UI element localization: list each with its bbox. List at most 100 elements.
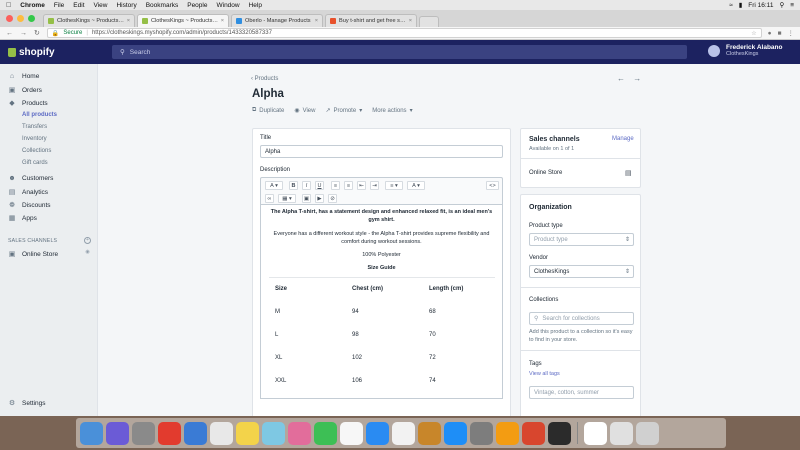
sidebar-item-settings[interactable]: ⚙ Settings	[8, 399, 46, 408]
wifi-icon[interactable]: ≈	[729, 2, 733, 9]
menu-view[interactable]: View	[94, 2, 108, 9]
browser-tab[interactable]: Buy t-shirt and get free shipp ×	[325, 14, 417, 27]
view-store-eye-icon[interactable]: ◉	[84, 250, 91, 257]
more-actions-button[interactable]: More actions ▾	[372, 107, 412, 115]
close-tab-icon[interactable]: ×	[127, 18, 130, 24]
books-icon[interactable]	[418, 421, 441, 445]
view-all-tags-link[interactable]: View all tags	[529, 371, 560, 377]
notes-icon[interactable]	[236, 421, 259, 445]
clock[interactable]: Fri 16:11	[748, 2, 773, 9]
product-type-input[interactable]: Product type ⇕	[529, 233, 634, 246]
reminders-icon[interactable]	[392, 421, 415, 445]
preview-icon[interactable]	[262, 421, 285, 445]
close-tab-icon[interactable]: ×	[315, 18, 318, 24]
collections-search-input[interactable]: ⚲ Search for collections	[529, 312, 634, 325]
link-icon[interactable]: ∞	[265, 194, 274, 203]
shopify-logo[interactable]: shopify	[0, 47, 120, 58]
sidebar-item-products[interactable]: ◆ Products	[8, 99, 47, 108]
menu-chrome[interactable]: Chrome	[20, 2, 45, 9]
menu-help[interactable]: Help	[249, 2, 262, 9]
sidebar-item-home[interactable]: ⌂ Home	[8, 73, 39, 80]
user-menu[interactable]: Frederick Alabano ClothesKings	[708, 44, 782, 57]
chrome-menu-icon[interactable]: ⋮	[788, 29, 795, 37]
bookmark-star-icon[interactable]: ☆	[751, 30, 756, 37]
previous-product-icon[interactable]: ←	[617, 74, 625, 83]
extension-icon[interactable]: ●	[768, 30, 772, 37]
menu-window[interactable]: Window	[216, 2, 239, 9]
breadcrumb[interactable]: ‹ Products	[251, 76, 278, 82]
browser-tab[interactable]: ClothesKings ~ Products ~ Sh ×	[43, 14, 135, 27]
menu-bookmarks[interactable]: Bookmarks	[146, 2, 179, 9]
duplicate-button[interactable]: ⧉ Duplicate	[252, 107, 284, 114]
itunes-icon[interactable]	[444, 421, 467, 445]
close-tab-icon[interactable]: ×	[409, 18, 412, 24]
trash-icon[interactable]	[636, 421, 659, 445]
siri-icon[interactable]	[106, 421, 129, 445]
launchpad-icon[interactable]	[132, 421, 155, 445]
image-icon[interactable]: ▣	[302, 194, 311, 203]
tags-input[interactable]: Vintage, cotton, summer	[529, 386, 634, 399]
sidebar-subitem-all-products[interactable]: All products	[22, 112, 57, 118]
search-input[interactable]: ⚲ Search	[112, 45, 687, 59]
obs-icon[interactable]	[548, 421, 571, 445]
zoom-window-button[interactable]	[28, 15, 35, 22]
menu-file[interactable]: File	[54, 2, 64, 9]
apple-icon[interactable]: 	[6, 2, 11, 9]
browser-tab-active[interactable]: ClothesKings ~ Products ~ Al ×	[137, 14, 229, 27]
sidebar-item-orders[interactable]: ▣ Orders	[8, 86, 42, 95]
vendor-input[interactable]: ClothesKings ⇕	[529, 265, 634, 278]
italic-button[interactable]: I	[302, 181, 311, 190]
description-editor[interactable]: The Alpha T-shirt, has a statement desig…	[260, 205, 503, 399]
menu-edit[interactable]: Edit	[73, 2, 84, 9]
document-icon[interactable]	[584, 421, 607, 445]
sidebar-item-apps[interactable]: ▦ Apps	[8, 214, 37, 223]
forward-icon[interactable]: →	[20, 30, 27, 37]
chrome-icon[interactable]	[158, 421, 181, 445]
battery-icon[interactable]: ▮	[739, 1, 743, 9]
indent-icon[interactable]: ⇥	[370, 181, 379, 190]
app-store-icon[interactable]	[366, 421, 389, 445]
safari-icon[interactable]	[184, 421, 207, 445]
calendar-icon[interactable]: ▤	[625, 169, 632, 177]
sidebar-subitem-inventory[interactable]: Inventory	[22, 136, 47, 142]
address-bar[interactable]: 🔒 Secure | https://clotheskings.myshopif…	[46, 28, 762, 38]
sidebar-item-analytics[interactable]: ▤ Analytics	[8, 188, 48, 197]
vlc-icon[interactable]	[496, 421, 519, 445]
font-color-button[interactable]: A ▾	[265, 181, 283, 190]
sidebar-subitem-collections[interactable]: Collections	[22, 148, 51, 154]
table-button[interactable]: ▦ ▾	[278, 194, 296, 203]
spotlight-icon[interactable]: ⚲	[779, 1, 784, 9]
underline-button[interactable]: U	[315, 181, 324, 190]
finder-icon[interactable]	[80, 421, 103, 445]
photos-icon[interactable]	[288, 421, 311, 445]
back-icon[interactable]: ←	[6, 30, 13, 37]
text-color-button[interactable]: A ▾	[407, 181, 425, 190]
extension-icon[interactable]: ■	[778, 30, 782, 37]
manage-link[interactable]: Manage	[612, 136, 634, 142]
close-window-button[interactable]	[6, 15, 13, 22]
title-input[interactable]: Alpha	[260, 145, 503, 158]
bold-button[interactable]: B	[289, 181, 298, 190]
align-button[interactable]: ≡ ▾	[385, 181, 403, 190]
view-button[interactable]: ◉ View	[294, 107, 315, 115]
powerpoint-icon[interactable]	[522, 421, 545, 445]
downloads-icon[interactable]	[610, 421, 633, 445]
sidebar-item-customers[interactable]: ☻ Customers	[8, 175, 53, 182]
clear-format-icon[interactable]: ⊘	[328, 194, 337, 203]
menu-list-icon[interactable]: ≡	[790, 2, 794, 9]
html-view-icon[interactable]: <>	[486, 181, 499, 190]
add-sales-channel-icon[interactable]: +	[84, 237, 91, 244]
new-tab-button[interactable]	[419, 16, 439, 27]
outdent-icon[interactable]: ⇤	[357, 181, 366, 190]
sidebar-subitem-gift-cards[interactable]: Gift cards	[22, 160, 48, 166]
promote-button[interactable]: ↗ Promote ▾	[325, 107, 362, 115]
browser-tab[interactable]: Oberlo - Manage Products ×	[231, 14, 323, 27]
sidebar-item-discounts[interactable]: ❁ Discounts	[8, 201, 50, 210]
contacts-icon[interactable]	[210, 421, 233, 445]
next-product-icon[interactable]: →	[633, 74, 641, 83]
system-preferences-icon[interactable]	[470, 421, 493, 445]
bullet-list-icon[interactable]: ≡	[331, 181, 340, 190]
calendar-app-icon[interactable]	[340, 421, 363, 445]
minimize-window-button[interactable]	[17, 15, 24, 22]
numbered-list-icon[interactable]: ≡	[344, 181, 353, 190]
